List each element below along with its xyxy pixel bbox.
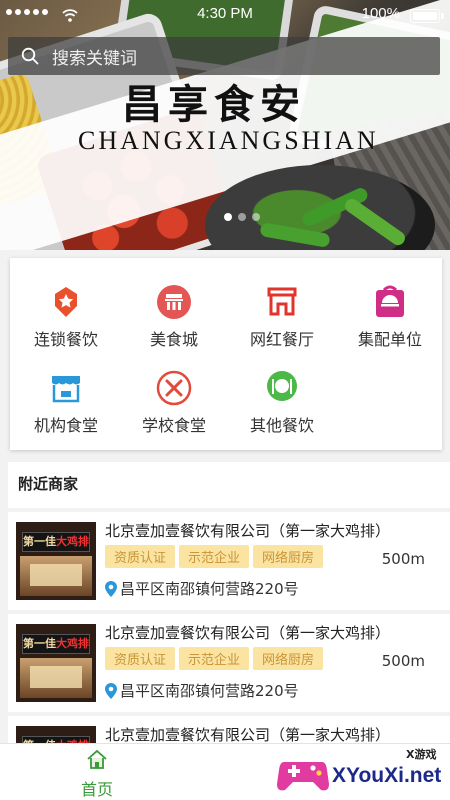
merchant-address-text: 昌平区南邵镇何营路220号 xyxy=(120,682,299,700)
tag-badge: 示范企业 xyxy=(179,647,250,670)
watermark-brand: XYouXi.net xyxy=(332,764,442,787)
category-food-court[interactable]: 美食城 xyxy=(120,284,228,364)
merchant-address: 昌平区南邵镇何营路220号 xyxy=(105,680,299,701)
nearby-header: 附近商家 xyxy=(8,462,450,508)
carousel-indicator xyxy=(224,213,260,221)
category-label: 美食城 xyxy=(149,330,198,349)
merchant-name: 北京壹加壹餐饮有限公司（第一家大鸡排） xyxy=(105,624,391,642)
merchant-address: 昌平区南邵镇何营路220号 xyxy=(105,578,299,599)
merchant-thumbnail: 第一佳大鸡排 xyxy=(16,624,96,702)
category-school-canteen[interactable]: 学校食堂 xyxy=(120,370,228,450)
merchant-name: 北京壹加壹餐饮有限公司（第一家大鸡排） xyxy=(105,522,391,540)
category-label: 集配单位 xyxy=(357,330,422,349)
status-bar: 4:30 PM 100% xyxy=(0,0,450,30)
tag-badge: 网络厨房 xyxy=(253,647,324,670)
battery-percent: 100% xyxy=(361,5,400,22)
canteen-shop-icon xyxy=(52,376,80,403)
tab-home-label: 首页 xyxy=(80,780,113,799)
category-label: 其他餐饮 xyxy=(249,416,314,435)
tag-badge: 资质认证 xyxy=(105,647,176,670)
merchant-name: 北京壹加壹餐饮有限公司（第一家大鸡排） xyxy=(105,726,391,744)
banner-title: 昌享食安 xyxy=(122,81,306,128)
chain-restaurant-icon xyxy=(55,287,77,317)
merchant-address-text: 昌平区南邵镇何营路220号 xyxy=(120,580,299,598)
category-chain-restaurant[interactable]: 连锁餐饮 xyxy=(12,284,120,364)
merchant-item[interactable]: 第一佳大鸡排 北京壹加壹餐饮有限公司（第一家大鸡排） 资质认证 示范企业 网络厨… xyxy=(8,512,450,610)
food-court-icon xyxy=(157,285,191,319)
merchant-thumbnail: 第一佳大鸡排 xyxy=(16,522,96,600)
banner-subtitle: CHANGXIANGSHIAN xyxy=(78,126,379,155)
category-label: 网红餐厅 xyxy=(249,330,314,349)
location-pin-icon xyxy=(105,682,117,699)
nearby-title: 附近商家 xyxy=(18,475,79,493)
category-label: 学校食堂 xyxy=(141,416,206,435)
category-label: 连锁餐饮 xyxy=(33,330,98,349)
gamepad-icon xyxy=(277,762,329,791)
watermark-tagline: X游戏 xyxy=(406,748,437,761)
home-icon xyxy=(87,749,107,769)
tag-badge: 网络厨房 xyxy=(253,545,324,568)
category-label: 机构食堂 xyxy=(33,416,98,435)
category-grid: 连锁餐饮 美食城 网红餐厅 集配单位 机构食堂 学校食堂 其他餐饮 xyxy=(10,258,442,450)
merchant-tags: 资质认证 示范企业 网络厨房 xyxy=(105,647,324,670)
dining-plate-icon xyxy=(267,371,297,401)
search-icon xyxy=(8,37,52,75)
merchant-item[interactable]: 第一佳大鸡排 北京壹加壹餐饮有限公司（第一家大鸡排） 资质认证 示范企业 网络厨… xyxy=(8,614,450,712)
category-distribution-unit[interactable]: 集配单位 xyxy=(336,284,444,364)
search-bar[interactable]: 搜索关键词 xyxy=(8,37,440,75)
merchant-distance: 500m xyxy=(381,652,425,670)
tab-home[interactable]: 首页 xyxy=(62,748,132,800)
watermark-logo: X游戏 XYouXi.net xyxy=(276,744,450,800)
tag-badge: 示范企业 xyxy=(179,545,250,568)
search-input[interactable]: 搜索关键词 xyxy=(52,44,137,69)
battery-icon xyxy=(410,9,444,23)
merchant-distance: 500m xyxy=(381,550,425,568)
category-internet-famous-restaurant[interactable]: 网红餐厅 xyxy=(228,284,336,364)
location-pin-icon xyxy=(105,580,117,597)
fork-knife-icon xyxy=(156,370,192,406)
merchant-tags: 资质认证 示范企业 网络厨房 xyxy=(105,545,324,568)
tag-badge: 资质认证 xyxy=(105,545,176,568)
category-institution-canteen[interactable]: 机构食堂 xyxy=(12,370,120,450)
delivery-bag-icon xyxy=(376,285,404,317)
storefront-icon xyxy=(267,287,297,316)
category-other-dining[interactable]: 其他餐饮 xyxy=(228,370,336,450)
